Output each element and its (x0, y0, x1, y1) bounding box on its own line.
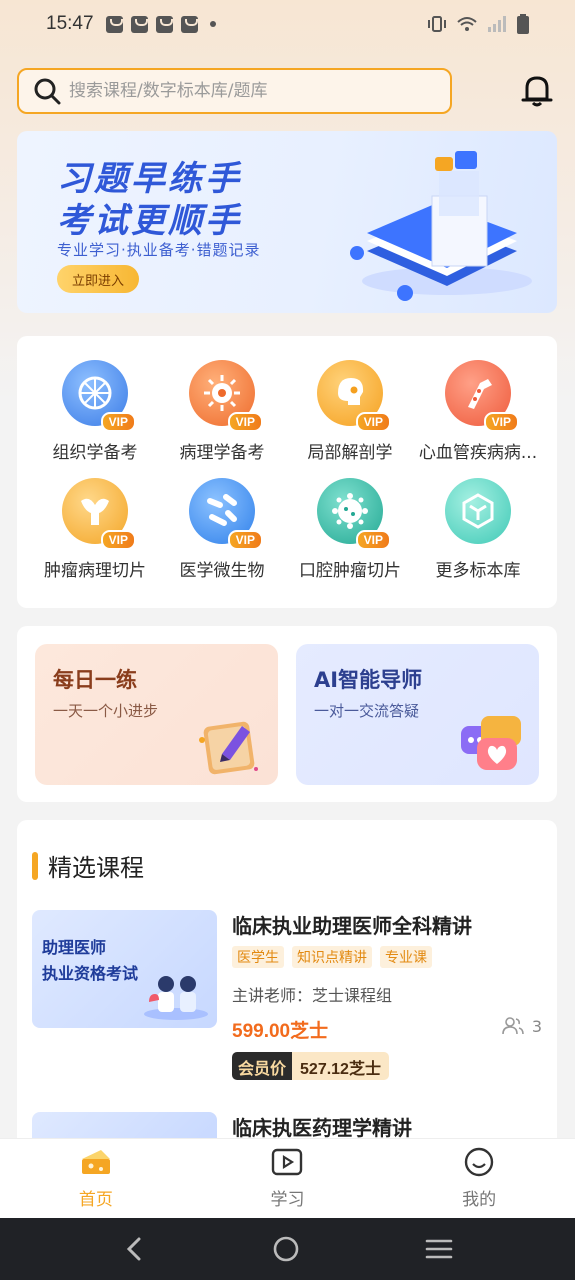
search-box[interactable] (17, 68, 452, 114)
course-tag: 知识点精讲 (292, 946, 372, 968)
course-thumbnail: 助理医师 执业资格考试 (32, 910, 217, 1028)
course-tag: 专业课 (380, 946, 432, 968)
banner-title-line2: 考试更顺手 (57, 201, 242, 241)
bacteria-icon (207, 494, 237, 526)
banner-enter-button[interactable]: 立即进入 (57, 265, 139, 293)
back-icon[interactable] (123, 1235, 147, 1263)
shopping-bag-icon (155, 15, 173, 33)
menu-icon[interactable] (425, 1237, 453, 1261)
ai-tutor-desc: 一对一交流答疑 (314, 702, 420, 720)
vibrate-icon (428, 16, 446, 32)
signal-icon (488, 16, 506, 32)
search-icon (34, 78, 61, 105)
tab-label: 首页 (78, 1190, 113, 1210)
vip-badge: VIP (227, 412, 263, 432)
status-bar: 15:47 (0, 0, 575, 48)
student-count: 3 (502, 1016, 542, 1036)
vip-badge: VIP (483, 412, 519, 432)
bell-icon[interactable] (517, 70, 557, 110)
search-row (17, 68, 557, 114)
tab-home[interactable]: 首页 (36, 1147, 156, 1210)
cheese-home-icon (81, 1150, 110, 1174)
system-navigation-bar (0, 1218, 575, 1280)
feature-cards: 每日一练 一天一个小进步 AI智能导师 一对一交流答疑 (17, 626, 557, 802)
member-price: 527.12芝士 (292, 1052, 389, 1080)
search-input[interactable] (69, 81, 429, 101)
category-histology[interactable]: VIP 组织学备考 (30, 360, 160, 463)
doctor-illustration (144, 976, 208, 1020)
course-tag: 医学生 (232, 946, 284, 968)
section-header: 精选课程 (32, 848, 144, 883)
section-title: 精选课程 (48, 854, 144, 882)
thumbnail-title-line1: 助理医师 (42, 938, 107, 957)
course-name: 临床执业助理医师全科精讲 (232, 914, 472, 938)
course-tags: 医学生 知识点精讲 专业课 (232, 946, 432, 968)
specimen-category-grid: VIP 组织学备考 VIP 病理学备考 VIP 局部解剖学 VIP 心血管疾病病… (17, 336, 557, 608)
daily-practice-card[interactable]: 每日一练 一天一个小进步 (35, 644, 278, 785)
category-label: 肿瘤病理切片 (44, 561, 146, 581)
member-price-badge: 会员价 527.12芝士 (232, 1052, 389, 1080)
shopping-bag-icon (130, 15, 148, 33)
thumbnail-title-line2: 执业资格考试 (42, 964, 139, 983)
category-oral-tumor[interactable]: VIP 口腔肿瘤切片 (285, 478, 415, 581)
bottom-tab-bar: 首页 学习 我的 (0, 1138, 575, 1218)
wifi-icon (457, 17, 477, 31)
cube-icon (462, 493, 494, 529)
status-time: 15:47 (46, 13, 94, 34)
tab-label: 学习 (270, 1190, 305, 1210)
banner-subtitle: 专业学习·执业备考·错题记录 (57, 241, 261, 259)
vip-badge: VIP (355, 530, 391, 550)
student-count-value: 3 (531, 1016, 542, 1036)
category-cardiovascular[interactable]: VIP 心血管疾病病... (413, 360, 543, 463)
section-accent-bar (32, 851, 38, 880)
play-video-icon (272, 1148, 303, 1176)
tissue-icon (78, 376, 112, 410)
tab-label: 我的 (462, 1190, 497, 1210)
cell-icon (332, 493, 368, 529)
people-icon (502, 1017, 524, 1035)
category-label: 更多标本库 (435, 561, 521, 581)
promo-banner[interactable]: 习题早练手 考试更顺手 专业学习·执业备考·错题记录 立即进入 (17, 131, 557, 313)
category-label: 局部解剖学 (307, 443, 393, 463)
battery-icon (517, 14, 529, 34)
ai-tutor-card[interactable]: AI智能导师 一对一交流答疑 (296, 644, 539, 785)
course-price: 599.00芝士 (232, 1021, 329, 1042)
vip-badge: VIP (100, 412, 136, 432)
category-label: 口腔肿瘤切片 (299, 561, 401, 581)
category-label: 组织学备考 (52, 443, 138, 463)
daily-practice-desc: 一天一个小进步 (53, 702, 159, 720)
vip-badge: VIP (355, 412, 391, 432)
member-label: 会员价 (232, 1052, 293, 1080)
daily-practice-title: 每日一练 (53, 668, 137, 692)
tab-profile[interactable]: 我的 (419, 1147, 539, 1210)
vip-badge: VIP (100, 530, 136, 550)
notebook-pencil-icon (199, 721, 258, 775)
more-notifications-icon (209, 21, 216, 27)
vip-badge: VIP (227, 530, 263, 550)
chat-bubbles-icon (461, 716, 521, 770)
smile-icon (464, 1147, 494, 1177)
course-teacher: 主讲老师：芝士课程组 (232, 986, 393, 1005)
category-label: 病理学备考 (179, 443, 265, 463)
book-illustration (350, 151, 532, 301)
organ-icon (81, 498, 109, 525)
category-microbiology[interactable]: VIP 医学微生物 (157, 478, 287, 581)
tab-study[interactable]: 学习 (227, 1147, 347, 1210)
category-label: 医学微生物 (179, 561, 265, 581)
course-name: 临床执医药理学精讲 (232, 1116, 412, 1140)
shopping-bag-icon (180, 15, 198, 33)
ai-tutor-title: AI智能导师 (314, 668, 423, 692)
skull-icon (338, 378, 364, 405)
shopping-bag-icon (105, 15, 123, 33)
category-label: 心血管疾病病... (418, 443, 538, 463)
featured-courses-section: 精选课程 助理医师 执业资格考试 临床执业助理医师全科精讲 医学生 知识点精讲 … (17, 820, 557, 1152)
virus-icon (204, 375, 240, 411)
category-pathology[interactable]: VIP 病理学备考 (157, 360, 287, 463)
category-tumor-pathology[interactable]: VIP 肿瘤病理切片 (30, 478, 160, 581)
vessel-icon (468, 379, 492, 409)
category-more-specimens[interactable]: 更多标本库 (413, 478, 543, 581)
home-circle-icon[interactable] (272, 1235, 300, 1263)
category-regional-anatomy[interactable]: VIP 局部解剖学 (285, 360, 415, 463)
